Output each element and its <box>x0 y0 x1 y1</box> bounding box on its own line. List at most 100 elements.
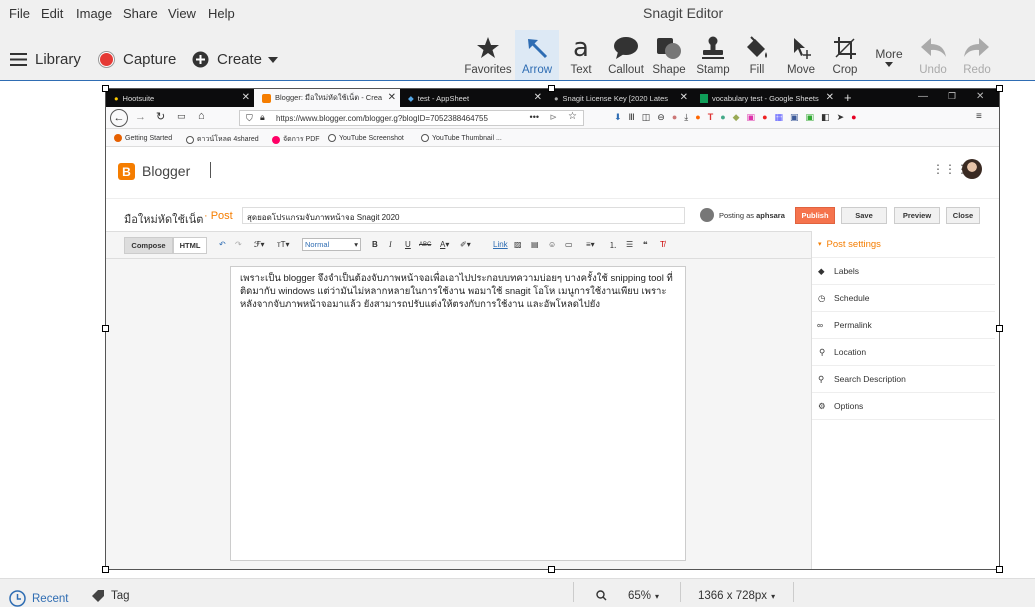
link-button[interactable]: Link <box>493 240 508 249</box>
ext-icon[interactable]: ● <box>762 112 767 123</box>
zoom-dropdown[interactable]: 65% ▾ <box>628 590 659 602</box>
menu-icon[interactable]: ≡ <box>976 111 982 122</box>
editor-canvas[interactable]: ● Hootsuite ✕ Blogger: มือใหม่หัดใช้เน็ต … <box>0 81 1035 578</box>
tool-text[interactable]: a Text <box>559 30 603 80</box>
ext-icon[interactable]: ▣ <box>806 112 815 123</box>
setting-schedule[interactable]: ◷ Schedule <box>812 285 995 312</box>
close-icon[interactable]: ✕ <box>680 92 688 103</box>
close-button[interactable]: Close <box>946 207 980 224</box>
resize-handle[interactable] <box>548 85 555 92</box>
publish-button[interactable]: Publish <box>795 207 835 224</box>
pocket-icon[interactable]: ⊳ <box>549 112 557 123</box>
send-icon[interactable]: ➤ <box>837 112 845 123</box>
tool-stamp[interactable]: Stamp <box>691 30 735 80</box>
avatar[interactable] <box>962 159 982 179</box>
sidebar-icon[interactable]: ◫ <box>642 112 651 123</box>
tool-favorites[interactable]: Favorites <box>464 30 512 80</box>
facebook-icon[interactable]: ▣ <box>790 112 799 123</box>
pinterest-icon[interactable]: ● <box>851 112 856 123</box>
close-icon[interactable]: ✕ <box>534 92 542 103</box>
bold-icon[interactable]: B <box>372 240 378 249</box>
zoom-icon[interactable] <box>596 590 607 601</box>
resize-handle[interactable] <box>102 85 109 92</box>
browser-tab[interactable]: ◆ test - AppSheet ✕ <box>400 89 546 107</box>
video-icon[interactable]: ▤ <box>531 240 539 249</box>
resize-handle[interactable] <box>996 325 1003 332</box>
capture-button[interactable]: Capture <box>98 51 176 68</box>
compose-tab[interactable]: Compose <box>124 237 173 254</box>
download-icon[interactable]: ⬇ <box>614 112 622 123</box>
clear-format-icon[interactable]: T̸ <box>660 240 665 249</box>
close-icon[interactable]: ✕ <box>242 92 250 103</box>
library-button[interactable]: Library <box>10 51 81 68</box>
undo-icon[interactable]: ↶ <box>219 240 226 249</box>
tool-shape[interactable]: Shape <box>647 30 691 80</box>
minimize-icon[interactable]: — <box>918 91 928 102</box>
bookmark-item[interactable]: YouTube Screenshot <box>328 134 404 142</box>
setting-search-description[interactable]: ⚲ Search Description <box>812 366 995 393</box>
highlight-icon[interactable]: ✐▾ <box>460 240 471 249</box>
bullet-list-icon[interactable]: ☰ <box>626 240 633 249</box>
resize-handle[interactable] <box>102 325 109 332</box>
page-actions-icon[interactable]: ••• <box>530 112 539 122</box>
bookmark-item[interactable]: YouTube Thumbnail ... <box>421 134 502 142</box>
setting-location[interactable]: ⚲ Location <box>812 339 995 366</box>
image-icon[interactable]: ▨ <box>514 240 522 249</box>
forward-icon[interactable]: → <box>135 111 146 123</box>
captured-screenshot[interactable]: ● Hootsuite ✕ Blogger: มือใหม่หัดใช้เน็ต … <box>105 88 1000 570</box>
account-icon[interactable]: ⊖ <box>657 112 665 123</box>
tool-more[interactable]: More <box>867 30 911 80</box>
menu-image[interactable]: Image <box>76 6 112 21</box>
recent-button[interactable]: Recent <box>9 590 68 607</box>
home-icon[interactable]: ⌂ <box>198 110 205 122</box>
italic-icon[interactable]: I <box>389 240 392 249</box>
ext-icon[interactable]: ● <box>720 112 725 123</box>
text-color-icon[interactable]: A▾ <box>440 240 449 249</box>
tool-move[interactable]: Move <box>779 30 823 80</box>
close-window-icon[interactable]: ✕ <box>976 91 984 102</box>
redo-button[interactable]: Redo <box>955 30 999 80</box>
reader-icon[interactable]: ▭ <box>177 111 186 122</box>
strikethrough-icon[interactable]: ABC <box>419 242 431 248</box>
setting-options[interactable]: ⚙ Options <box>812 393 995 420</box>
menu-help[interactable]: Help <box>208 6 235 21</box>
html-tab[interactable]: HTML <box>173 237 207 254</box>
post-title-input[interactable]: สุดยอดโปรแกรมจับภาพหน้าจอ Snagit 2020 <box>242 207 685 224</box>
tool-arrow[interactable]: Arrow <box>515 30 559 80</box>
setting-labels[interactable]: ◆ Labels <box>812 258 995 285</box>
dimensions-dropdown[interactable]: 1366 x 728px ▾ <box>698 590 775 602</box>
resize-handle[interactable] <box>102 566 109 573</box>
emoji-icon[interactable]: ☺ <box>548 240 556 249</box>
underline-icon[interactable]: U <box>405 240 411 249</box>
browser-tab[interactable]: ● Hootsuite ✕ <box>106 89 254 107</box>
close-icon[interactable]: ✕ <box>388 92 396 103</box>
font-size-icon[interactable]: ᴛT▾ <box>277 240 290 249</box>
post-body-editor[interactable]: เพราะเป็น blogger จึงจำเป็นต้องจับภาพหน้… <box>230 266 686 561</box>
format-select[interactable]: Normal ▾ <box>302 238 361 251</box>
tool-fill[interactable]: Fill <box>735 30 779 80</box>
resize-handle[interactable] <box>996 566 1003 573</box>
library-icon[interactable]: Ⅲ <box>629 112 635 123</box>
tool-crop[interactable]: Crop <box>823 30 867 80</box>
numbered-list-icon[interactable]: ⒈ <box>609 240 617 251</box>
menu-file[interactable]: File <box>9 6 30 21</box>
ext-icon[interactable]: ◆ <box>733 112 740 123</box>
back-icon[interactable]: ← <box>110 109 128 127</box>
menu-share[interactable]: Share <box>123 6 158 21</box>
menu-edit[interactable]: Edit <box>41 6 63 21</box>
undo-button[interactable]: Undo <box>911 30 955 80</box>
ext-icon[interactable]: ● <box>695 112 700 123</box>
bookmark-star-icon[interactable]: ☆ <box>568 111 577 122</box>
url-bar[interactable]: ⛉ 🔒︎ https://www.blogger.com/blogger.g?b… <box>239 110 584 126</box>
maximize-icon[interactable]: ❐ <box>948 91 956 102</box>
jump-break-icon[interactable]: ▭ <box>565 240 573 249</box>
tag-button[interactable]: Tag <box>92 590 130 602</box>
ext-t-icon[interactable]: T <box>708 112 714 123</box>
resize-handle[interactable] <box>996 85 1003 92</box>
ext-icon[interactable]: ● <box>672 112 677 123</box>
align-icon[interactable]: ≡▾ <box>586 240 595 249</box>
reload-icon[interactable]: ↻ <box>156 110 165 123</box>
browser-tab[interactable]: vocabulary test - Google Sheets ✕ <box>692 89 838 107</box>
browser-tab-active[interactable]: Blogger: มือใหม่หัดใช้เน็ต - Crea ✕ <box>254 89 400 107</box>
close-icon[interactable]: ✕ <box>826 92 834 103</box>
